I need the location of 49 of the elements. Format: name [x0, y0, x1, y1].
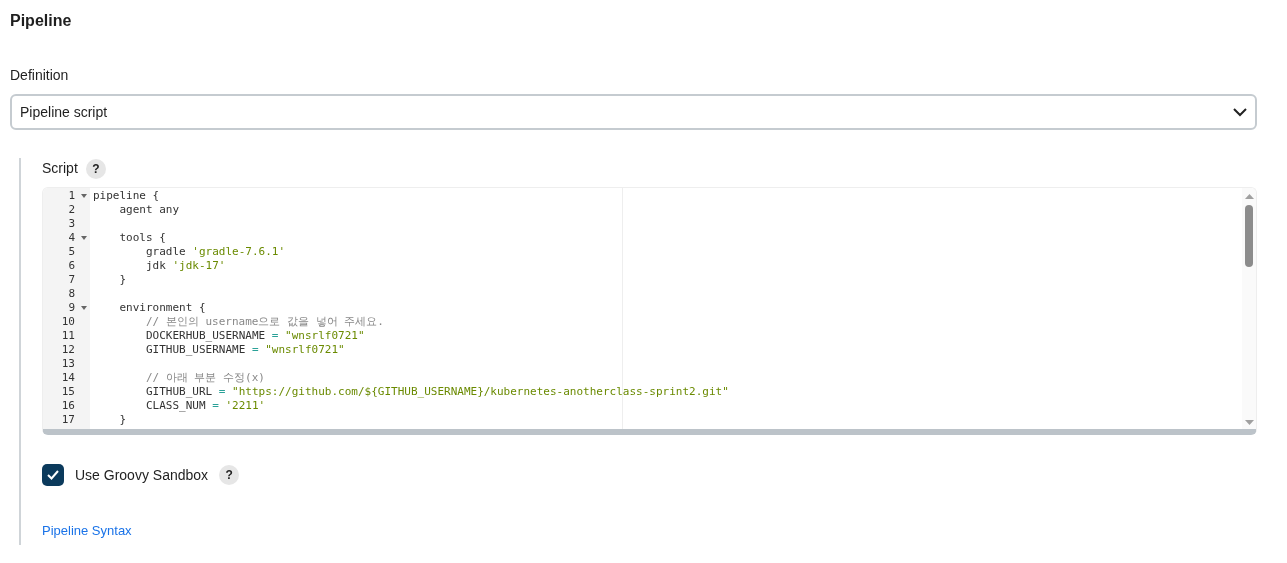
line-number: 13	[60, 357, 76, 371]
line-number: 15	[60, 385, 76, 399]
code-line: DOCKERHUB_USERNAME = "wnsrlf0721"	[144, 329, 365, 343]
line-number: 16	[60, 399, 76, 413]
code-line: }	[118, 273, 127, 287]
fold-arrow-icon[interactable]	[80, 194, 87, 198]
code-line: CLASS_NUM = '2211'	[144, 399, 266, 413]
chevron-down-icon	[1233, 107, 1247, 117]
line-number: 14	[60, 371, 76, 385]
line-number: 17	[60, 413, 76, 427]
scroll-up-icon	[1244, 194, 1254, 199]
definition-select[interactable]: Pipeline script	[10, 94, 1257, 130]
fold-arrow-icon[interactable]	[80, 236, 87, 240]
scrollbar[interactable]	[1242, 188, 1256, 429]
code-line: // 아래 부분 수정(x)	[144, 371, 265, 385]
code-line: pipeline {	[92, 189, 160, 203]
pipeline-syntax-link[interactable]: Pipeline Syntax	[42, 521, 132, 541]
code-line: gradle 'gradle-7.6.1'	[144, 245, 286, 259]
section-title: Pipeline	[10, 11, 73, 31]
code-line: }	[118, 413, 127, 427]
line-number: 10	[60, 315, 76, 329]
line-number: 9	[67, 301, 76, 315]
line-number: 2	[67, 203, 76, 217]
line-number: 12	[60, 343, 76, 357]
checkmark-icon	[47, 470, 59, 480]
checkbox[interactable]	[42, 464, 64, 486]
code-line: tools {	[118, 231, 166, 245]
code-line: agent any	[118, 203, 180, 217]
help-icon[interactable]: ?	[85, 158, 106, 179]
field-label: Script	[42, 159, 78, 178]
help-icon[interactable]: ?	[219, 465, 240, 485]
scroll-thumb	[1245, 205, 1253, 267]
code-line: GITHUB_URL = "https://github.com/${GITHUB_USERNAME}/kubernetes-anotherclass-sprint2.git"	[144, 385, 729, 399]
line-number: 8	[67, 287, 76, 301]
code-line: jdk 'jdk-17'	[144, 259, 226, 273]
checkbox-label: Use Groovy Sandbox	[75, 465, 209, 485]
fold-arrow-icon[interactable]	[80, 306, 87, 310]
code-line: GITHUB_USERNAME = "wnsrlf0721"	[144, 343, 345, 357]
line-number: 3	[67, 217, 76, 231]
field-label: Definition	[10, 66, 70, 85]
line-number: 5	[67, 245, 76, 259]
code-line: environment {	[118, 301, 206, 315]
line-number: 7	[67, 273, 76, 287]
line-number: 11	[60, 329, 76, 343]
line-number: 6	[67, 259, 76, 273]
code-line: // 본인의 username으로 값을 넣어 주세요.	[144, 315, 384, 329]
line-number: 4	[67, 231, 76, 245]
line-number: 1	[67, 189, 76, 203]
scroll-down-icon	[1244, 420, 1254, 425]
